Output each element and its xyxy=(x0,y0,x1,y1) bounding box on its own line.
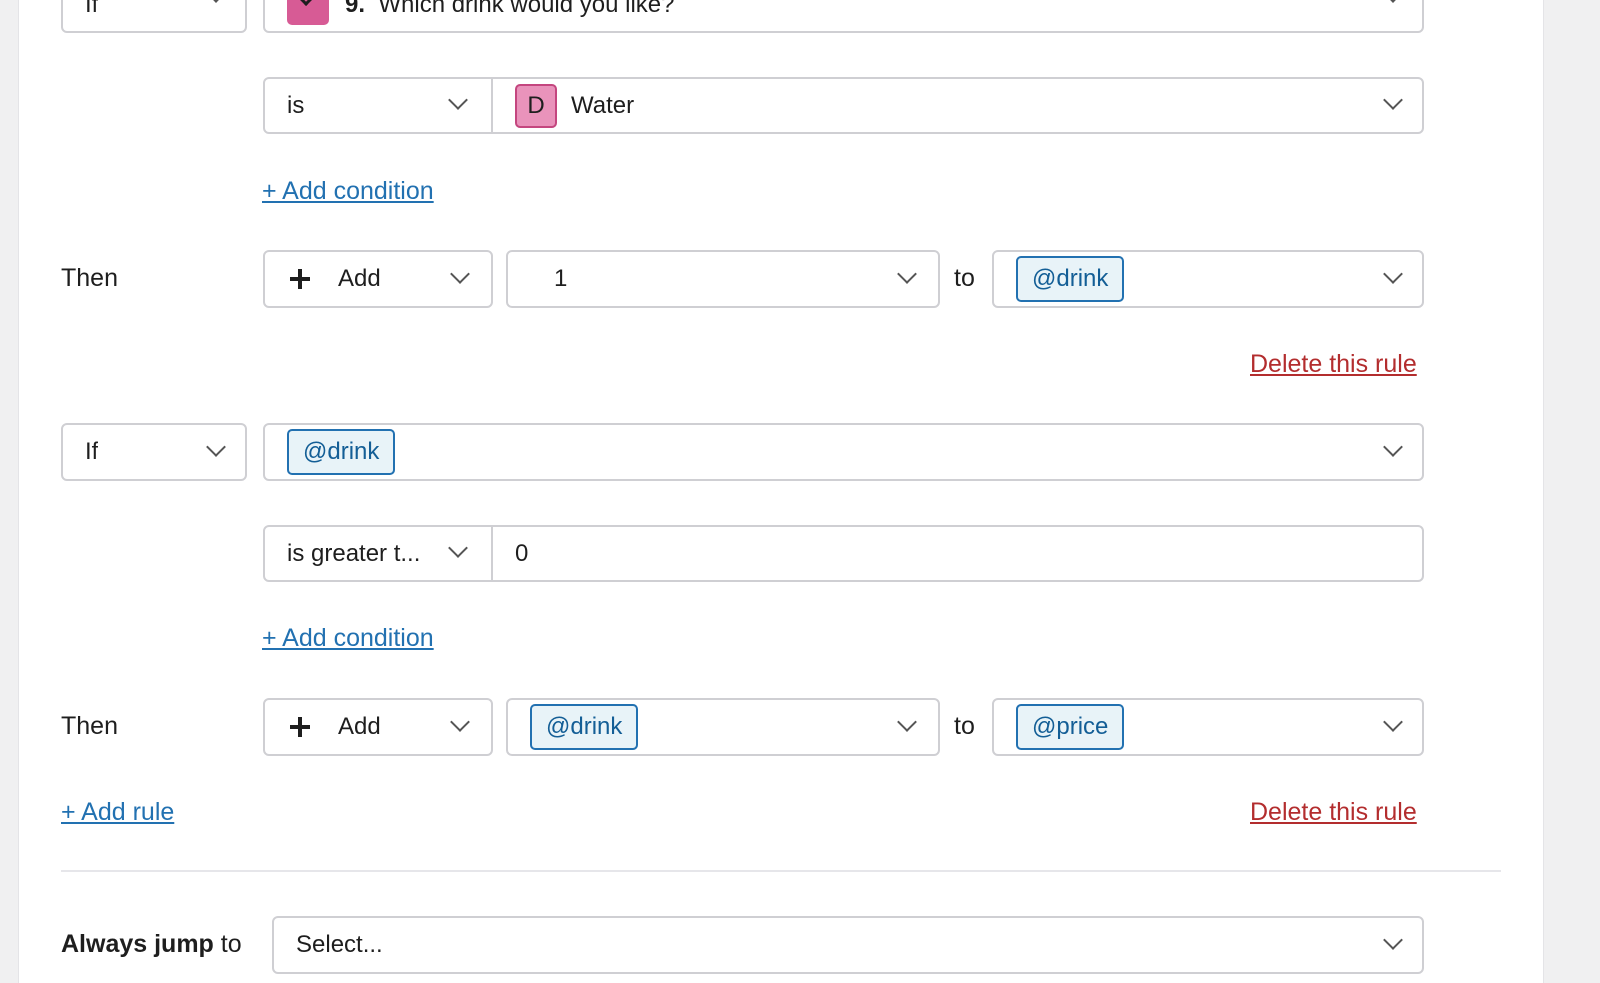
rule1-answer-select[interactable]: D Water xyxy=(491,77,1424,134)
always-jump-label: Always jump to xyxy=(61,930,242,958)
rule1-to-label: to xyxy=(954,264,975,292)
rule2-action-select[interactable]: Add xyxy=(263,698,493,756)
plus-icon xyxy=(290,717,310,737)
rule1-delete-rule-link[interactable]: Delete this rule xyxy=(1250,350,1417,379)
chevron-down-icon xyxy=(1383,437,1403,457)
chevron-down-icon xyxy=(1383,930,1403,950)
rule2-if-select[interactable]: If xyxy=(61,423,247,481)
rule1-if-select[interactable]: If xyxy=(61,0,247,33)
variable-chip: @drink xyxy=(1016,256,1125,302)
chevron-down-icon xyxy=(448,538,468,558)
chevron-down-icon xyxy=(206,0,226,3)
rule2-then-label: Then xyxy=(61,712,118,740)
rule2-variable-select[interactable]: @drink xyxy=(263,423,1424,481)
answer-letter-icon: D xyxy=(515,83,557,128)
chevron-down-icon xyxy=(450,712,470,732)
variable-chip: @drink xyxy=(287,429,396,475)
rule2-add-condition-link[interactable]: + Add condition xyxy=(262,624,434,653)
rule2-operator-select[interactable]: is greater t... xyxy=(263,525,493,582)
question-number: 9. xyxy=(345,0,366,18)
chevron-down-icon xyxy=(897,712,917,732)
chevron-down-icon xyxy=(1383,712,1403,732)
rule2-delete-rule-link[interactable]: Delete this rule xyxy=(1250,798,1417,827)
rule1-amount-select[interactable]: 1 xyxy=(506,250,940,308)
rule1-add-condition-link[interactable]: + Add condition xyxy=(262,177,434,206)
rule1-then-label: Then xyxy=(61,264,118,292)
rule2-target-select[interactable]: @price xyxy=(992,698,1424,756)
add-rule-link[interactable]: + Add rule xyxy=(61,798,174,827)
rule1-question-select[interactable]: 9. Which drink would you like? xyxy=(263,0,1424,33)
chevron-down-icon xyxy=(206,437,226,457)
chevron-down-icon xyxy=(448,90,468,110)
rule1-operator-select[interactable]: is xyxy=(263,77,493,134)
chevron-down-icon xyxy=(1383,0,1403,3)
rule1-target-select[interactable]: @drink xyxy=(992,250,1424,308)
question-text: Which drink would you like? xyxy=(378,0,675,18)
answer-value: Water xyxy=(571,91,635,119)
checkbox-question-icon xyxy=(287,0,329,25)
variable-chip: @price xyxy=(1016,704,1125,750)
chevron-down-icon xyxy=(1383,90,1403,110)
variable-chip: @drink xyxy=(530,704,639,750)
rule2-value-input[interactable]: 0 xyxy=(491,525,1424,582)
section-divider xyxy=(61,870,1501,872)
rule1-action-select[interactable]: Add xyxy=(263,250,493,308)
rule2-amount-select[interactable]: @drink xyxy=(506,698,940,756)
always-jump-select[interactable]: Select... xyxy=(272,916,1424,974)
plus-icon xyxy=(290,269,310,289)
chevron-down-icon xyxy=(450,264,470,284)
chevron-down-icon xyxy=(1383,264,1403,284)
rule2-to-label: to xyxy=(954,712,975,740)
logic-panel xyxy=(18,0,1544,983)
chevron-down-icon xyxy=(897,264,917,284)
